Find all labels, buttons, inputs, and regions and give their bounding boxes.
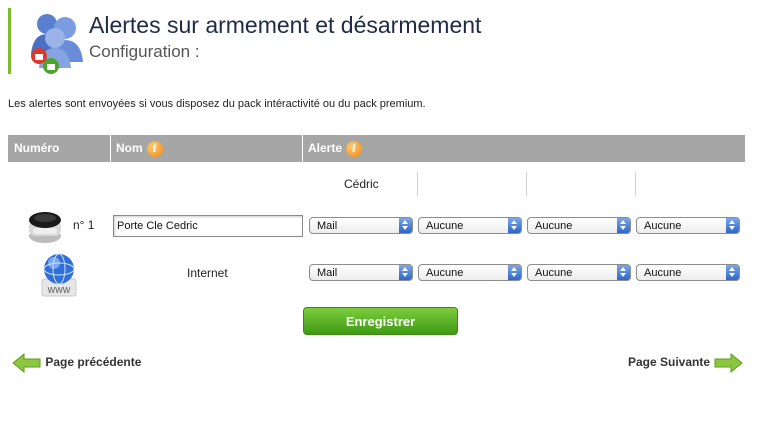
alert-select-value: Aucune [644, 220, 682, 232]
page-subtitle: Configuration : [89, 42, 200, 61]
internet-globe-icon: WWW [41, 251, 77, 302]
device-number: n° 1 [73, 218, 95, 232]
user-column-divider [526, 172, 527, 196]
user-column-divider [417, 172, 418, 196]
column-number: Numéro [14, 141, 60, 155]
www-label: WWW [48, 286, 71, 295]
alert-select[interactable]: Mail [309, 217, 413, 234]
alert-select-value: Aucune [535, 267, 573, 279]
column-name-label: Nom [116, 141, 143, 155]
device-name-label: Internet [187, 266, 228, 280]
alert-select-value: Aucune [535, 220, 573, 232]
column-divider [302, 135, 303, 162]
select-arrows-icon [617, 265, 630, 280]
select-arrows-icon [399, 265, 412, 280]
alert-select[interactable]: Aucune [527, 217, 631, 234]
alert-select-value: Aucune [426, 267, 464, 279]
user-name-label: Cédric [344, 177, 379, 191]
alert-select[interactable]: Aucune [636, 217, 740, 234]
select-arrows-icon [726, 265, 739, 280]
alert-select[interactable]: Aucune [418, 217, 522, 234]
save-button[interactable]: Enregistrer [303, 307, 458, 335]
alert-select[interactable]: Aucune [527, 264, 631, 281]
alert-select-value: Mail [317, 220, 338, 232]
column-alert-label: Alerte [308, 141, 343, 155]
info-icon[interactable]: i [146, 140, 163, 157]
column-divider [110, 135, 111, 162]
device-name-input[interactable] [113, 215, 303, 237]
alert-select[interactable]: Aucune [418, 264, 522, 281]
column-alert: Alerte i [308, 135, 363, 162]
select-arrows-icon [508, 218, 521, 233]
column-name: Nom i [116, 135, 163, 162]
alert-select-value: Mail [317, 267, 338, 279]
info-icon[interactable]: i [346, 140, 363, 157]
table-header: Numéro Nom i Alerte i [8, 135, 745, 162]
alert-select[interactable]: Aucune [636, 264, 740, 281]
previous-page-label: Page précédente [45, 355, 142, 370]
next-page-label: Page Suivante [628, 355, 711, 370]
select-arrows-icon [726, 218, 739, 233]
select-arrows-icon [399, 218, 412, 233]
previous-page-link[interactable]: Page précédente [12, 352, 141, 374]
pack-notice: Les alertes sont envoyées si vous dispos… [8, 98, 426, 110]
users-alert-icon [25, 10, 89, 76]
alert-select-value: Aucune [644, 267, 682, 279]
next-page-link[interactable]: Page Suivante [628, 352, 744, 374]
page-title: Alertes sur armement et désarmement [89, 12, 482, 38]
arrow-right-icon [714, 352, 744, 374]
page-header: Alertes sur armement et désarmement Conf… [8, 8, 751, 74]
alert-select[interactable]: Mail [309, 264, 413, 281]
select-arrows-icon [508, 265, 521, 280]
keyfob-icon [25, 206, 65, 251]
user-column-divider [635, 172, 636, 196]
alert-select-value: Aucune [426, 220, 464, 232]
arrow-left-icon [12, 352, 41, 374]
select-arrows-icon [617, 218, 630, 233]
